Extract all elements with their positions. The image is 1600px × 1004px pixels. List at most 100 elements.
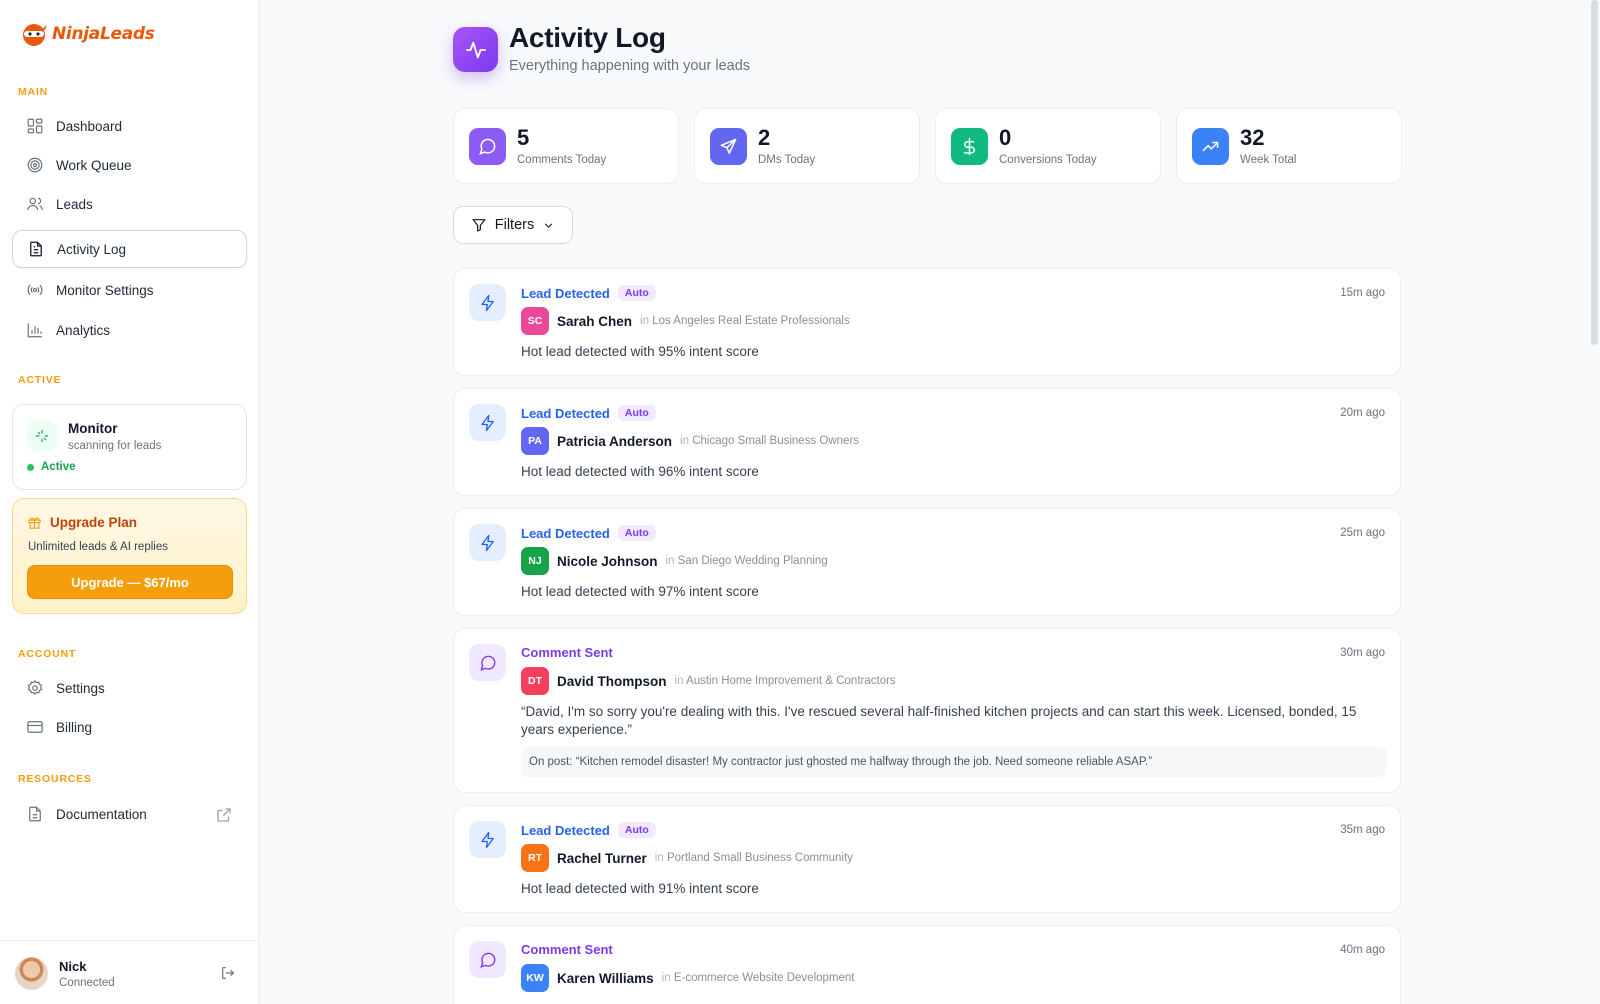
sidebar-item-label: Dashboard	[56, 118, 123, 134]
status-dot-icon	[27, 463, 34, 471]
gear-icon	[27, 679, 43, 695]
activity-item[interactable]: Lead Detected Auto 20m ago PA Patricia A…	[453, 388, 1401, 496]
send-icon	[710, 128, 747, 165]
stat-card-dms: 2 DMs Today	[694, 108, 920, 184]
sidebar-item-activity-log[interactable]: Activity Log	[12, 230, 247, 268]
sidebar-item-label: Billing	[56, 719, 93, 735]
sidebar-item-monitor-settings[interactable]: Monitor Settings	[12, 271, 247, 309]
section-label-account: ACCOUNT	[18, 648, 77, 660]
user-name: Nick	[59, 959, 87, 974]
activity-item[interactable]: Lead Detected Auto 25m ago NJ Nicole Joh…	[453, 508, 1401, 616]
sidebar-item-dashboard[interactable]: Dashboard	[12, 107, 247, 145]
lightning-icon	[469, 524, 506, 561]
activity-header: Lead Detected Auto	[521, 822, 656, 838]
activity-header: Lead Detected Auto	[521, 285, 656, 301]
activity-header: Lead Detected Auto	[521, 525, 656, 541]
sidebar-item-settings[interactable]: Settings	[12, 669, 247, 707]
person-name[interactable]: Karen Williams	[557, 971, 654, 986]
stat-value: 0	[999, 125, 1012, 150]
activity-type: Comment Sent	[521, 645, 613, 660]
person-name[interactable]: Nicole Johnson	[557, 554, 658, 569]
stat-value: 32	[1240, 125, 1265, 150]
upgrade-button[interactable]: Upgrade — $67/mo	[27, 565, 233, 599]
activity-type: Comment Sent	[521, 942, 613, 957]
activity-type: Lead Detected	[521, 405, 610, 421]
activity-item[interactable]: Comment Sent 40m ago KW Karen Williams i…	[453, 925, 1401, 1004]
auto-badge: Auto	[617, 405, 656, 421]
lightning-icon	[469, 404, 506, 441]
original-post: On post: “Kitchen remodel disaster! My c…	[521, 747, 1387, 777]
group-name: in E-commerce Website Development	[661, 972, 855, 984]
brand-name: NinjaLeads	[52, 24, 155, 44]
sidebar-item-analytics[interactable]: Analytics	[12, 311, 247, 349]
avatar: DT	[521, 667, 549, 695]
lead-person: RT Rachel Turner in Portland Small Busin…	[521, 844, 853, 872]
sidebar-item-billing[interactable]: Billing	[12, 708, 247, 746]
sidebar-item-label: Analytics	[56, 322, 111, 338]
lightning-icon	[469, 284, 506, 321]
sidebar-item-documentation[interactable]: Documentation	[12, 795, 247, 833]
lead-person: KW Karen Williams in E-commerce Website …	[521, 964, 855, 992]
target-icon	[27, 157, 43, 173]
person-name[interactable]: David Thompson	[557, 674, 667, 689]
person-name[interactable]: Rachel Turner	[557, 851, 647, 866]
bar-chart-icon	[27, 323, 42, 338]
activity-type: Lead Detected	[521, 285, 610, 301]
monitor-card[interactable]: Monitor scanning for leads Active	[12, 404, 247, 490]
file-icon	[29, 806, 41, 822]
activity-text: Hot lead detected with 95% intent score	[521, 344, 759, 359]
activity-header: Comment Sent	[521, 942, 613, 957]
section-label-resources: RESOURCES	[18, 773, 92, 785]
activity-header: Comment Sent	[521, 645, 613, 660]
stat-card-week-total: 32 Week Total	[1176, 108, 1402, 184]
person-name[interactable]: Patricia Anderson	[557, 434, 672, 449]
avatar: NJ	[521, 547, 549, 575]
activity-header: Lead Detected Auto	[521, 405, 656, 421]
scrollbar[interactable]	[1591, 0, 1598, 345]
sparkle-icon	[27, 421, 57, 451]
comment-text: “David, I'm so sorry you're dealing with…	[521, 704, 1357, 737]
user-status: Connected	[59, 977, 115, 989]
activity-item[interactable]: Lead Detected Auto 15m ago SC Sarah Chen…	[453, 268, 1401, 376]
activity-text: Hot lead detected with 96% intent score	[521, 464, 759, 479]
activity-time: 15m ago	[1340, 287, 1385, 299]
avatar[interactable]	[15, 957, 48, 990]
section-label-main: MAIN	[18, 86, 49, 98]
message-circle-icon	[469, 128, 506, 165]
group-name: in Chicago Small Business Owners	[680, 435, 860, 447]
filter-icon	[472, 219, 486, 232]
upgrade-title: Upgrade Plan	[27, 515, 137, 530]
auto-badge: Auto	[617, 822, 656, 838]
stat-value: 2	[758, 125, 771, 150]
filters-button[interactable]: Filters	[453, 206, 573, 244]
stat-label: DMs Today	[758, 154, 816, 166]
stat-label: Comments Today	[517, 154, 607, 166]
upgrade-title-label: Upgrade Plan	[50, 515, 138, 530]
message-circle-icon	[469, 644, 506, 681]
section-label-active: ACTIVE	[18, 374, 62, 386]
sidebar-item-label: Documentation	[56, 806, 147, 822]
dollar-icon	[951, 128, 988, 165]
person-name[interactable]: Sarah Chen	[557, 314, 632, 329]
stat-label: Week Total	[1240, 154, 1297, 166]
monitor-subtitle: scanning for leads	[68, 440, 162, 452]
sidebar-item-work-queue[interactable]: Work Queue	[12, 146, 247, 184]
monitor-status-label: Active	[41, 461, 76, 473]
activity-text: Hot lead detected with 97% intent score	[521, 584, 759, 599]
logout-icon[interactable]	[220, 965, 236, 981]
activity-item[interactable]: Comment Sent 30m ago DT David Thompson i…	[453, 628, 1401, 793]
upgrade-card: Upgrade Plan Unlimited leads & AI replie…	[12, 498, 247, 614]
sidebar-item-label: Activity Log	[57, 241, 127, 257]
lead-person: SC Sarah Chen in Los Angeles Real Estate…	[521, 307, 850, 335]
sidebar-item-leads[interactable]: Leads	[12, 185, 247, 223]
sidebar-item-label: Settings	[56, 680, 105, 696]
activity-time: 20m ago	[1340, 407, 1385, 419]
brand-logo[interactable]: NinjaLeads	[20, 20, 155, 48]
activity-item[interactable]: Lead Detected Auto 35m ago RT Rachel Tur…	[453, 805, 1401, 913]
credit-card-icon	[27, 721, 43, 733]
activity-type: Lead Detected	[521, 822, 610, 838]
stat-card-conversions: 0 Conversions Today	[935, 108, 1161, 184]
lead-person: DT David Thompson in Austin Home Improve…	[521, 667, 896, 695]
broadcast-icon	[27, 284, 43, 296]
sidebar-item-label: Leads	[56, 196, 93, 212]
